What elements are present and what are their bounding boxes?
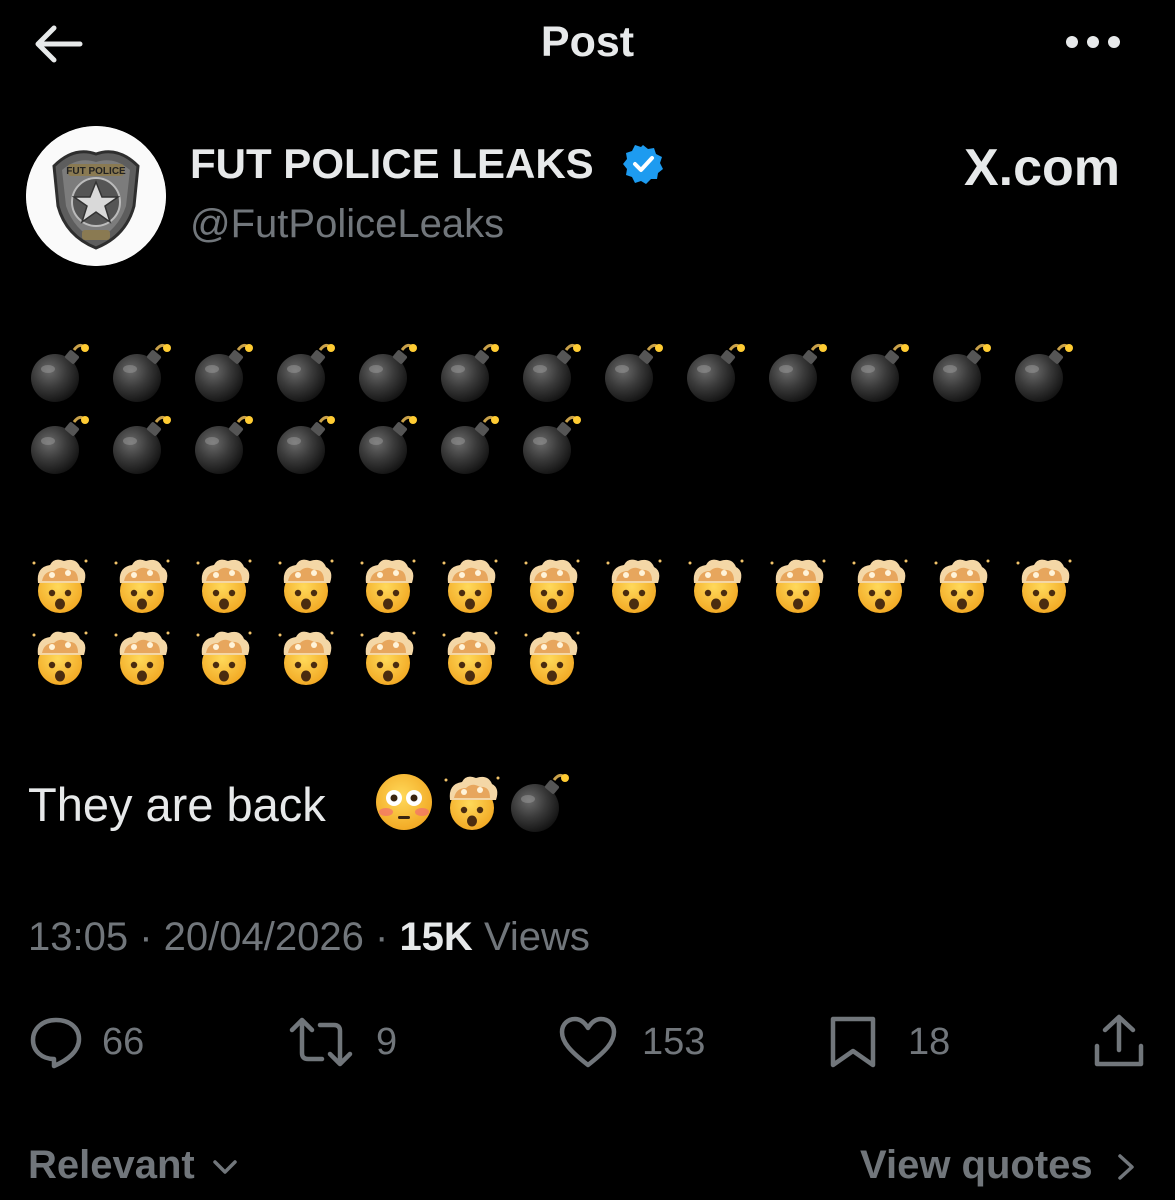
verified-badge-icon [623, 145, 663, 184]
bomb-emoji [438, 412, 502, 476]
svg-text:FUT POLICE: FUT POLICE [66, 166, 126, 177]
repost-count: 9 [376, 1020, 398, 1063]
exploding-head-emoji [440, 770, 504, 834]
repost-button[interactable]: 9 [288, 1012, 397, 1072]
post-text: They are back [28, 778, 326, 831]
bomb-emoji [520, 412, 584, 476]
exploding-head-emoji [766, 553, 830, 617]
exploding-head-emoji [602, 553, 666, 617]
post-meta: 13:05 · 20/04/2026 · 15K Views [28, 915, 590, 960]
exploding-head-emoji [28, 625, 92, 689]
exploding-head-emoji [356, 625, 420, 689]
sort-dropdown[interactable]: Relevant [28, 1143, 240, 1188]
exploding-head-emoji [274, 553, 338, 617]
bomb-emoji-row [28, 340, 1088, 408]
police-badge-logo: FUT POLICE [26, 126, 166, 266]
bomb-emoji-row [28, 412, 608, 480]
exploding-head-emoji [930, 553, 994, 617]
repost-icon [289, 1017, 353, 1067]
bookmark-count: 18 [908, 1020, 951, 1063]
bomb-emoji [274, 340, 338, 404]
post-time: 13:05 [28, 915, 129, 959]
heart-icon [559, 1016, 617, 1068]
views-label: Views [483, 915, 590, 959]
reply-icon [30, 1017, 82, 1069]
avatar[interactable]: FUT POLICE [26, 126, 166, 266]
exploding-head-emoji [110, 553, 174, 617]
bomb-emoji [28, 340, 92, 404]
post-date: 20/04/2026 [163, 915, 364, 959]
bookmark-icon [830, 1016, 876, 1068]
bomb-emoji [110, 340, 174, 404]
reply-button[interactable]: 66 [28, 1012, 144, 1072]
bomb-emoji [520, 340, 584, 404]
bomb-emoji [684, 340, 748, 404]
like-count: 153 [642, 1020, 706, 1063]
post-trailing-emojis [372, 770, 582, 838]
view-quotes-label: View quotes [860, 1143, 1093, 1187]
bomb-emoji [192, 412, 256, 476]
bomb-emoji [356, 412, 420, 476]
exploding-head-emoji [848, 553, 912, 617]
bomb-emoji [766, 340, 830, 404]
exploding-head-emoji [192, 553, 256, 617]
chevron-down-icon [213, 1160, 237, 1175]
reply-count: 66 [102, 1020, 145, 1063]
sort-label: Relevant [28, 1143, 195, 1187]
exploding-head-emoji [192, 625, 256, 689]
bomb-emoji [1012, 340, 1076, 404]
bookmark-button[interactable]: 18 [828, 1012, 950, 1072]
like-button[interactable]: 153 [558, 1012, 705, 1072]
chevron-right-icon [1118, 1154, 1134, 1181]
page-title: Post [540, 18, 635, 66]
exploding-head-emoji [28, 553, 92, 617]
separator-dot: · [375, 915, 400, 959]
author-name[interactable]: FUT POLICE LEAKS [190, 140, 594, 188]
exploding-head-emoji [520, 625, 584, 689]
exploding-head-emoji [110, 625, 174, 689]
views-count: 15K [399, 915, 473, 959]
flushed-face-emoji [372, 770, 436, 834]
exploding-head-emoji [438, 553, 502, 617]
exploding-head-emoji-row [28, 625, 608, 693]
share-icon [1094, 1014, 1144, 1067]
bomb-emoji [28, 412, 92, 476]
author-handle[interactable]: @FutPoliceLeaks [190, 202, 504, 247]
bomb-emoji [602, 340, 666, 404]
exploding-head-emoji [356, 553, 420, 617]
exploding-head-emoji [520, 553, 584, 617]
bomb-emoji [930, 340, 994, 404]
bomb-emoji [356, 340, 420, 404]
bomb-emoji [192, 340, 256, 404]
view-quotes-link[interactable]: View quotes [860, 1143, 1138, 1188]
top-bar: Post [0, 0, 1175, 90]
bomb-emoji [848, 340, 912, 404]
separator-dot: · [139, 915, 164, 959]
bomb-emoji [438, 340, 502, 404]
share-button[interactable] [1092, 1012, 1146, 1072]
exploding-head-emoji [1012, 553, 1076, 617]
exploding-head-emoji-row [28, 553, 1088, 621]
exploding-head-emoji [438, 625, 502, 689]
bomb-emoji [110, 412, 174, 476]
x-watermark: X.com [963, 139, 1120, 197]
exploding-head-emoji [274, 625, 338, 689]
more-options-icon[interactable] [1062, 30, 1124, 54]
exploding-head-emoji [684, 553, 748, 617]
bomb-emoji [508, 770, 572, 834]
bomb-emoji [274, 412, 338, 476]
